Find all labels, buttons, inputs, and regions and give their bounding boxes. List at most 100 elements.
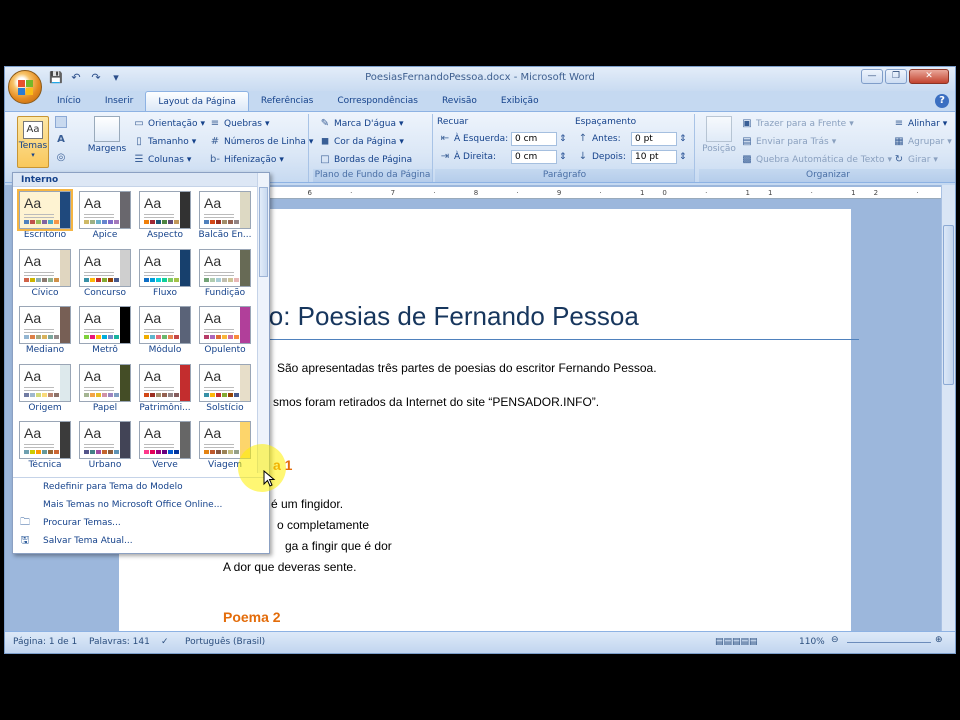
bordas-pagina-button[interactable]: □ Bordas de Página	[319, 152, 412, 168]
hifenizacao-button[interactable]: b- Hifenização ▾	[209, 152, 284, 168]
gallery-scrollbar[interactable]	[257, 173, 269, 473]
chevron-down-icon: ▾	[264, 119, 270, 129]
theme-tile[interactable]: Aa Ápice	[77, 189, 133, 243]
spinner-icon[interactable]: ⇕	[559, 149, 567, 165]
gallery-menu-item[interactable]: 🗀 Procurar Temas...	[13, 514, 269, 532]
view-buttons[interactable]: ▤▤▤▤▤	[715, 637, 758, 647]
theme-colors-icon[interactable]	[55, 116, 67, 128]
minimize-button[interactable]: —	[861, 69, 883, 84]
recuo-esquerda-input[interactable]: 0 cm	[511, 132, 557, 146]
close-button[interactable]: ✕	[909, 69, 949, 84]
tab-0[interactable]: Início	[45, 91, 93, 111]
quebras-button[interactable]: ≡ Quebras ▾	[209, 116, 270, 132]
chevron-down-icon: ▾	[200, 119, 206, 129]
enviar-tras-button[interactable]: ▤ Enviar para Trás ▾	[741, 134, 836, 150]
margens-button[interactable]: Margens	[85, 116, 129, 154]
vertical-scrollbar[interactable]	[941, 185, 955, 631]
theme-tile[interactable]: Aa Cívico	[17, 247, 73, 301]
save-theme-icon: 🖫	[20, 535, 30, 546]
tab-1[interactable]: Inserir	[93, 91, 146, 111]
menu-item-label: Redefinir para Tema do Modelo	[43, 482, 183, 492]
theme-tile[interactable]: Aa Urbano	[77, 419, 133, 473]
theme-tile[interactable]: Aa Mediano	[17, 304, 73, 358]
scroll-thumb[interactable]	[943, 225, 954, 385]
theme-tile[interactable]: Aa Fundição	[197, 247, 253, 301]
theme-preview: Aa	[79, 191, 131, 229]
help-icon[interactable]: ?	[935, 94, 949, 108]
theme-effects-icon[interactable]: ◎	[55, 152, 67, 164]
recuo-direita-input[interactable]: 0 cm	[511, 150, 557, 164]
theme-fonts-icon[interactable]: A	[55, 134, 67, 146]
theme-label: Solstício	[206, 402, 244, 413]
theme-tile[interactable]: Aa Aspecto	[137, 189, 193, 243]
theme-tile[interactable]: Aa Origem	[17, 362, 73, 416]
horizontal-ruler[interactable]: · 6 · 7 · 8 · 9 · 10 · 11 · 12 · 13 · 14…	[267, 187, 955, 199]
temas-button[interactable]: Aa Temas ▾	[17, 116, 49, 168]
gallery-menu-item[interactable]: Mais Temas no Microsoft Office Online...	[13, 496, 269, 514]
language[interactable]: Português (Brasil)	[185, 637, 265, 647]
page-borders-icon: □	[320, 154, 330, 165]
tab-3[interactable]: Referências	[249, 91, 326, 111]
theme-tile[interactable]: Aa Técnica	[17, 419, 73, 473]
espaco-antes-input[interactable]: 0 pt	[631, 132, 677, 146]
watermark-icon: ✎	[320, 118, 330, 129]
zoom-in-icon[interactable]: ⊕	[935, 635, 943, 645]
theme-preview: Aa	[79, 306, 131, 344]
theme-tile[interactable]: Aa Concurso	[77, 247, 133, 301]
word-count[interactable]: Palavras: 141	[89, 637, 150, 647]
zoom-slider[interactable]	[847, 642, 931, 643]
spinner-icon[interactable]: ⇕	[559, 131, 567, 147]
zoom-out-icon[interactable]: ⊖	[831, 635, 839, 645]
office-button[interactable]	[8, 70, 42, 104]
theme-label: Balcão En...	[198, 230, 252, 240]
posicao-button[interactable]: Posição	[701, 116, 737, 154]
marca-dagua-button[interactable]: ✎ Marca D'água ▾	[319, 116, 404, 132]
orientacao-button[interactable]: ▭ Orientação ▾	[133, 116, 205, 132]
quebra-automatica-button[interactable]: ▩ Quebra Automática de Texto ▾	[741, 152, 892, 168]
espaco-depois-input[interactable]: 10 pt	[631, 150, 677, 164]
dropdown-arrow-icon: ▾	[31, 151, 35, 159]
tamanho-button[interactable]: ▯ Tamanho ▾	[133, 134, 196, 150]
theme-tile[interactable]: Aa Metrô	[77, 304, 133, 358]
gallery-scroll-thumb[interactable]	[259, 187, 268, 277]
theme-tile[interactable]: Aa Fluxo	[137, 247, 193, 301]
tab-5[interactable]: Revisão	[430, 91, 489, 111]
spinner-icon[interactable]: ⇕	[679, 131, 687, 147]
cor-pagina-label: Cor da Página	[334, 137, 397, 147]
agrupar-button[interactable]: ▦ Agrupar ▾	[893, 134, 951, 150]
page-count[interactable]: Página: 1 de 1	[13, 637, 77, 647]
gallery-menu-item[interactable]: 🖫 Salvar Tema Atual...	[13, 532, 269, 550]
theme-tile[interactable]: Aa Opulento	[197, 304, 253, 358]
theme-tile[interactable]: Aa Solstício	[197, 362, 253, 416]
restore-button[interactable]: ❐	[885, 69, 907, 84]
tab-4[interactable]: Correspondências	[325, 91, 430, 111]
colunas-button[interactable]: ☰ Colunas ▾	[133, 152, 192, 168]
theme-tile[interactable]: Aa Balcão En...	[197, 189, 253, 243]
trazer-frente-button[interactable]: ▣ Trazer para a Frente ▾	[741, 116, 854, 132]
spinner-icon[interactable]: ⇕	[679, 149, 687, 165]
cor-pagina-button[interactable]: ◼ Cor da Página ▾	[319, 134, 404, 150]
tab-6[interactable]: Exibição	[489, 91, 551, 111]
spellcheck-icon[interactable]: ✓	[161, 637, 169, 647]
numeros-linha-label: Números de Linha	[224, 137, 306, 147]
menu-item-label: Procurar Temas...	[43, 518, 121, 528]
theme-preview: Aa	[19, 363, 71, 402]
gallery-menu-item[interactable]: Redefinir para Tema do Modelo	[13, 478, 269, 496]
girar-button[interactable]: ↻ Girar ▾	[893, 152, 938, 168]
plano-fundo-group-label: Plano de Fundo da Página	[313, 169, 432, 182]
trazer-frente-label: Trazer para a Frente	[756, 119, 847, 129]
theme-tile[interactable]: Aa Patrimôni...	[137, 362, 193, 416]
theme-tile[interactable]: Aa Escritório	[17, 189, 73, 243]
theme-label: Fluxo	[153, 287, 177, 298]
zoom-level[interactable]: 110%	[799, 637, 825, 647]
depois-label: Depois:	[592, 152, 626, 162]
numeros-linha-button[interactable]: # Números de Linha ▾	[209, 134, 314, 150]
theme-tile[interactable]: Aa Verve	[137, 419, 193, 473]
theme-tile[interactable]: Aa Papel	[77, 362, 133, 416]
theme-label: Aspecto	[146, 230, 184, 240]
alinhar-button[interactable]: ≡ Alinhar ▾	[893, 116, 948, 132]
tab-2[interactable]: Layout da Página	[145, 91, 249, 111]
theme-label: Fundição	[204, 287, 246, 298]
orientation-icon: ▭	[134, 118, 144, 129]
theme-tile[interactable]: Aa Módulo	[137, 304, 193, 358]
